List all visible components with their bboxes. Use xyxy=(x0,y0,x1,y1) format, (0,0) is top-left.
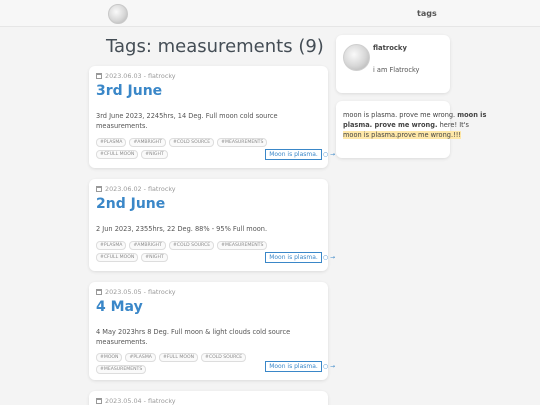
read-more-button[interactable]: Moon is plasma. xyxy=(265,252,322,263)
page-title: Tags: measurements (9) xyxy=(106,36,324,57)
tag-chip[interactable]: #COLD SOURCE xyxy=(168,241,215,250)
post-author[interactable]: flatrocky xyxy=(148,288,176,296)
read-more-button[interactable]: Moon is plasma. xyxy=(265,149,322,160)
tag-chip[interactable]: #MEASUREMENTS xyxy=(96,365,147,374)
tag-chip[interactable]: #COLD SOURCE xyxy=(201,353,247,362)
read-more: Moon is plasma. ○ → xyxy=(265,361,335,372)
about-highlight: moon is plasma.prove me wrong.!!! xyxy=(343,131,461,139)
tag-chip[interactable]: #CFULL MOON xyxy=(96,150,139,159)
arrow-right-icon[interactable]: ○ → xyxy=(323,363,335,370)
post-card: 2023.05.05 - flatrocky 4 May 4 May 2023h… xyxy=(89,282,335,380)
calendar-icon xyxy=(96,186,102,192)
calendar-icon xyxy=(96,398,102,404)
post-meta: 2023.06.02 - flatrocky xyxy=(96,185,176,193)
tag-chip[interactable]: #MOON xyxy=(96,353,123,362)
calendar-icon xyxy=(96,73,102,79)
tag-chip[interactable]: #PLASMA xyxy=(96,138,127,147)
calendar-icon xyxy=(96,289,102,295)
post-excerpt: 3rd June 2023, 2245hrs, 14 Deg. Full moo… xyxy=(96,112,278,130)
arrow-right-icon[interactable]: ○ → xyxy=(323,151,335,158)
post-date: 2023.05.04 xyxy=(105,397,142,405)
post-tags: #PLASMA #AMBRIGHT #COLD SOURCE #MEASUREM… xyxy=(96,241,276,262)
post-card: 2023.05.04 - flatrocky xyxy=(89,391,328,405)
read-more: Moon is plasma. ○ → xyxy=(265,149,335,160)
post-excerpt: 4 May 2023hrs 8 Deg. Full moon & light c… xyxy=(96,328,291,346)
about-text: moon is plasma. prove me wrong. moon is … xyxy=(343,110,489,140)
tag-chip[interactable]: #NIGHT xyxy=(141,253,168,262)
site-logo-moon-icon[interactable] xyxy=(108,4,128,24)
post-tags: #MOON #PLASMA #FULL MOON #COLD SOURCE #M… xyxy=(96,353,276,374)
arrow-right-icon[interactable]: ○ → xyxy=(323,254,335,261)
post-card: 2023.06.02 - flatrocky 2nd June 2 Jun 20… xyxy=(89,179,335,271)
about-line: moon is plasma. prove me wrong. xyxy=(343,111,456,119)
post-title-link[interactable]: 3rd June xyxy=(96,83,162,99)
post-author[interactable]: flatrocky xyxy=(148,397,176,405)
post-title-link[interactable]: 2nd June xyxy=(96,196,165,212)
tag-chip[interactable]: #COLD SOURCE xyxy=(168,138,215,147)
post-excerpt: 2 Jun 2023, 2355hrs, 22 Deg. 88% - 95% F… xyxy=(96,225,268,233)
tag-chip[interactable]: #PLASMA xyxy=(96,241,127,250)
post-tags: #PLASMA #AMBRIGHT #COLD SOURCE #MEASUREM… xyxy=(96,138,276,159)
tag-chip[interactable]: #CFULL MOON xyxy=(96,253,139,262)
tag-chip[interactable]: #FULL MOON xyxy=(158,353,199,362)
tag-chip[interactable]: #PLASMA xyxy=(125,353,156,362)
read-more-button[interactable]: Moon is plasma. xyxy=(265,361,322,372)
read-more: Moon is plasma. ○ → xyxy=(265,252,335,263)
post-date: 2023.06.02 xyxy=(105,185,142,193)
post-meta: 2023.06.03 - flatrocky xyxy=(96,72,176,80)
post-meta: 2023.05.05 - flatrocky xyxy=(96,288,176,296)
about-here: here! It's xyxy=(439,121,469,129)
nav-tags-link[interactable]: tags xyxy=(417,9,437,18)
tag-chip[interactable]: #MEASUREMENTS xyxy=(217,138,268,147)
author-name: flatrocky xyxy=(373,44,407,52)
top-navigation-bar: tags xyxy=(0,0,540,27)
tag-chip[interactable]: #AMBRIGHT xyxy=(129,138,166,147)
avatar xyxy=(343,44,370,71)
tag-chip[interactable]: #AMBRIGHT xyxy=(129,241,166,250)
post-title-link[interactable]: 4 May xyxy=(96,299,143,315)
post-card: 2023.06.03 - flatrocky 3rd June 3rd June… xyxy=(89,66,335,168)
tag-chip[interactable]: #NIGHT xyxy=(141,150,168,159)
post-author[interactable]: flatrocky xyxy=(148,185,176,193)
post-date: 2023.05.05 xyxy=(105,288,142,296)
author-bio: i am Flatrocky xyxy=(373,66,420,74)
post-date: 2023.06.03 xyxy=(105,72,142,80)
tag-chip[interactable]: #MEASUREMENTS xyxy=(217,241,268,250)
post-author[interactable]: flatrocky xyxy=(148,72,176,80)
post-meta: 2023.05.04 - flatrocky xyxy=(96,397,176,405)
